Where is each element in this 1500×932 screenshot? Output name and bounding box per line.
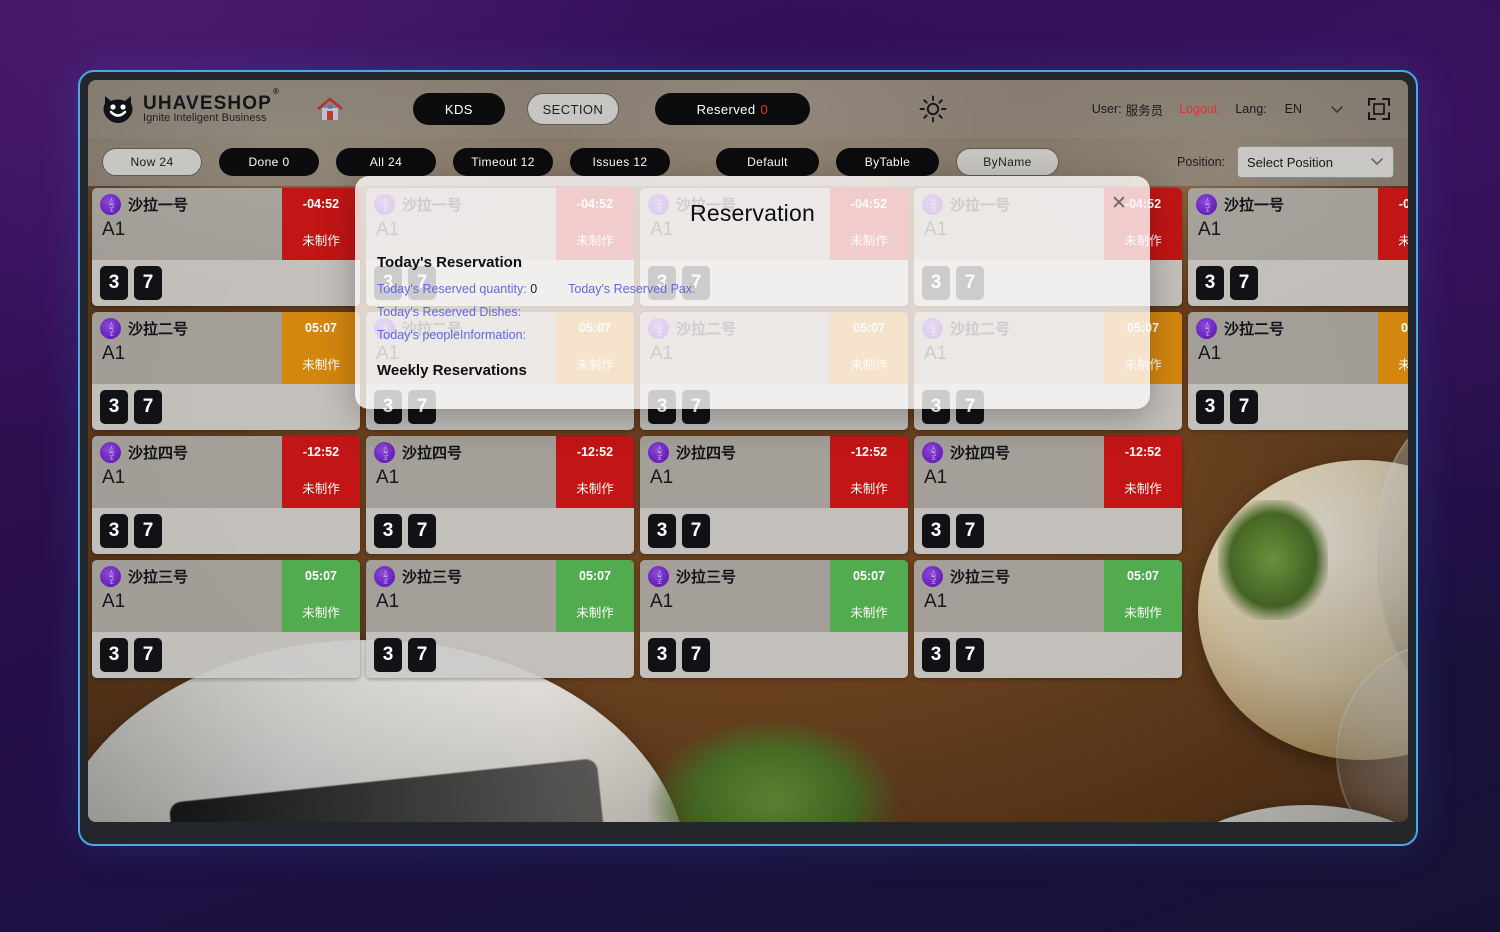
modal-title: Reservation [690, 200, 815, 226]
device-frame: UHAVESHOP® Ignite Inteligent Business KD… [78, 70, 1418, 846]
modal-overlay: Reservation ✕ Today's Reservation Today'… [88, 80, 1408, 822]
today-metrics-row: Today's Reserved quantity: 0 Today's Res… [377, 282, 1128, 296]
reservation-modal: Reservation ✕ Today's Reservation Today'… [355, 176, 1150, 409]
modal-body: Today's Reservation Today's Reserved qua… [377, 254, 1128, 379]
today-reserved-quantity-value: 0 [530, 282, 538, 296]
today-people-information-label: Today's peopleInformation: [377, 328, 527, 342]
app-screen: UHAVESHOP® Ignite Inteligent Business KD… [88, 80, 1408, 822]
today-reserved-quantity: Today's Reserved quantity: 0 [377, 282, 537, 296]
today-reserved-pax-label: Today's Reserved Pax: [568, 282, 696, 296]
today-reserved-dishes-label: Today's Reserved Dishes: [377, 305, 522, 319]
today-reservation-heading: Today's Reservation [377, 254, 523, 271]
close-icon[interactable]: ✕ [1108, 192, 1130, 214]
today-reserved-quantity-label: Today's Reserved quantity: [377, 282, 527, 296]
weekly-reservations-heading: Weekly Reservations [377, 362, 527, 379]
